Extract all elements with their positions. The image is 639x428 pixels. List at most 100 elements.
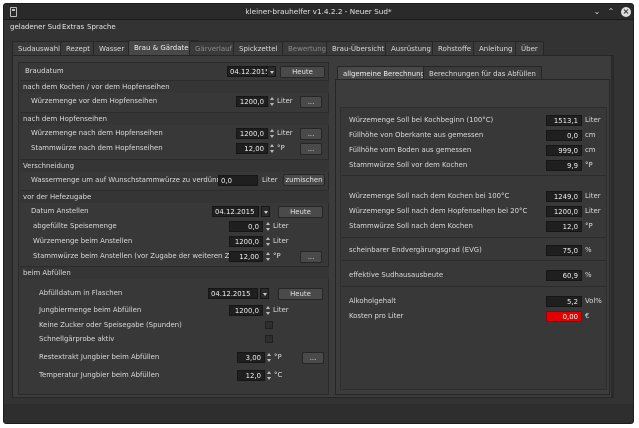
wasser-verd-label: Wassermenge um auf Wunschstammwürze zu v… [31,176,230,184]
result-label: Würzemenge Soll nach dem Hopfenseihen be… [349,207,528,215]
unit-label: Liter [585,192,601,200]
result-value: 999,0 [546,145,582,156]
tab-content: Braudatum 04.12.2015 Heute nach dem Koch… [12,55,614,398]
tab-spickzettel[interactable]: Spickzettel [233,41,284,55]
tab-brau-uebersicht[interactable]: Brau-Übersicht [326,41,391,55]
unit-label: Liter [277,129,293,137]
divider [342,260,607,261]
menu-bar: geladener Sud Extras Sprache [4,21,633,33]
stamm-anst-field[interactable]: 12,00 [229,251,263,262]
tab-sudauswahl[interactable]: Sudauswahl [12,41,67,55]
spin-icon[interactable] [269,128,275,139]
kein-zucker-checkbox[interactable] [265,321,273,329]
restextrakt-button[interactable]: ... [302,352,324,364]
unit-label: °C [274,371,283,379]
unit-label: % [585,246,592,254]
schnellgaer-checkbox[interactable] [265,335,273,343]
abfuelldatum-dropdown[interactable] [260,288,269,299]
schnellgaer-label: Schnellgärprobe aktiv [39,335,115,343]
spin-icon[interactable] [266,370,272,381]
result-value: 60,9 [546,270,582,281]
section-beim-abfuellen: beim Abfüllen [20,266,329,279]
braudatum-heute-button[interactable]: Heute [280,66,325,78]
braudatum-dropdown[interactable] [267,66,276,77]
spin-icon[interactable] [269,96,275,107]
result-label: Alkoholgehalt [349,297,396,305]
unit-label: Liter [277,97,293,105]
result-value: 0,0 [546,130,582,141]
datum-anstellen-heute-button[interactable]: Heute [278,206,323,218]
stamm-nach-field[interactable]: 12,00 [236,143,268,154]
unit-label: % [585,271,592,279]
section-vor-hefezugabe: vor der Hefezugabe [20,190,329,203]
spin-icon[interactable] [265,305,271,316]
wasser-verd-field[interactable]: 0,0 [218,175,258,186]
result-label: Würzemenge Soll bei Kochbeginn (100°C) [349,116,494,124]
stamm-nach-button[interactable]: ... [300,143,322,155]
unit-label: °P [274,353,282,361]
wuerze-vor-label: Würzemenge vor dem Hopfenseihen [31,97,158,105]
result-label: Füllhöhe von Oberkante aus gemessen [349,131,484,139]
close-icon[interactable]: × [621,7,631,17]
restextrakt-label: Restextrakt Jungbier beim Abfüllen [39,353,160,361]
divider [342,175,607,176]
brau-daten-panel: Braudatum 04.12.2015 Heute nach dem Koch… [18,62,329,395]
tab-wasser[interactable]: Wasser [93,41,131,55]
tab-rezept[interactable]: Rezept [60,41,97,55]
menu-sprache[interactable]: Sprache [87,23,116,31]
stamm-anst-button[interactable]: ... [300,251,322,263]
divider [342,237,607,238]
wuerze-nach-field[interactable]: 1200,0 [236,128,268,139]
app-window: kleiner-brauhelfer v1.4.2.2 - Neuer Sud*… [3,3,634,424]
tab-anleitung[interactable]: Anleitung [473,41,519,55]
tab-ausruestung[interactable]: Ausrüstung [385,41,437,55]
unit-label: € [585,312,590,320]
braudatum-field[interactable]: 04.12.2015 [227,66,269,77]
kosten-value: 0,00 [546,311,582,322]
section-verschneidung: Verschneidung [20,159,329,172]
abfuelldatum-field[interactable]: 04.12.2015 [208,288,258,299]
zumischen-button[interactable]: zumischen [283,174,325,186]
menu-geladener-sud[interactable]: geladener Sud [10,23,61,31]
berechnungen-box: Würzemenge Soll bei Kochbeginn (100°C) 1… [335,79,610,395]
kein-zucker-label: Keine Zucker oder Speisegabe (Spunden) [39,321,182,329]
section-nach-hopfenseihen: nach dem Hopfenseihen [20,112,329,125]
unit-label: cm [585,146,596,154]
result-label: Stammwürze Soll nach dem Kochen [349,222,473,230]
speisemenge-label: abgefüllte Speisemenge [33,222,117,230]
spin-icon[interactable] [266,352,272,363]
wuerze-anst-field[interactable]: 1200,0 [229,236,263,247]
wuerze-vor-field[interactable]: 1200,0 [236,96,268,107]
unit-label: Liter [273,306,289,314]
temperatur-field[interactable]: 12,0 [237,370,265,381]
datum-anstellen-field[interactable]: 04.12.2015 [212,206,259,217]
spin-icon[interactable] [265,221,271,232]
result-label: effektive Sudhausausbeute [349,271,444,279]
stamm-nach-label: Stammwürze nach dem Hopfenseihen [31,144,163,152]
jungbier-field[interactable]: 1200,0 [229,305,263,316]
wuerze-vor-button[interactable]: ... [300,96,322,108]
chevron-up-icon[interactable]: ⌃ [606,7,616,17]
result-label: Stammwürze Soll vor dem Kochen [349,161,468,169]
datum-anstellen-label: Datum Anstellen [31,207,89,215]
tab-berechnungen-abfuellen[interactable]: Berechnungen für das Abfüllen [423,66,542,79]
wuerze-nach-button[interactable]: ... [300,128,322,140]
wuerze-anst-label: Würzemenge beim Anstellen [33,237,133,245]
stamm-anst-label: Stammwürze beim Anstellen (vor Zugabe de… [33,252,255,260]
datum-anstellen-dropdown[interactable] [261,206,270,217]
tab-ueber[interactable]: Über [515,41,544,55]
result-value: 75,0 [546,245,582,256]
tab-gaerverlauf[interactable]: Gärverlauf [189,41,239,55]
speisemenge-field[interactable]: 0,0 [229,221,263,232]
scrollbar[interactable] [611,56,614,397]
spin-icon[interactable] [265,251,271,262]
tab-bewertung[interactable]: Bewertung [282,41,333,55]
restextrakt-field[interactable]: 3,00 [237,352,265,363]
chevron-down-icon[interactable]: ⌄ [592,7,602,17]
spin-icon[interactable] [265,236,271,247]
spin-icon[interactable] [269,143,275,154]
abfuelldatum-heute-button[interactable]: Heute [278,288,323,300]
berechnungen-panel: allgemeine Berechnungen Berechnungen für… [335,66,610,395]
tab-rohstoffe[interactable]: Rohstoffe [432,41,478,55]
menu-extras[interactable]: Extras [62,23,84,31]
